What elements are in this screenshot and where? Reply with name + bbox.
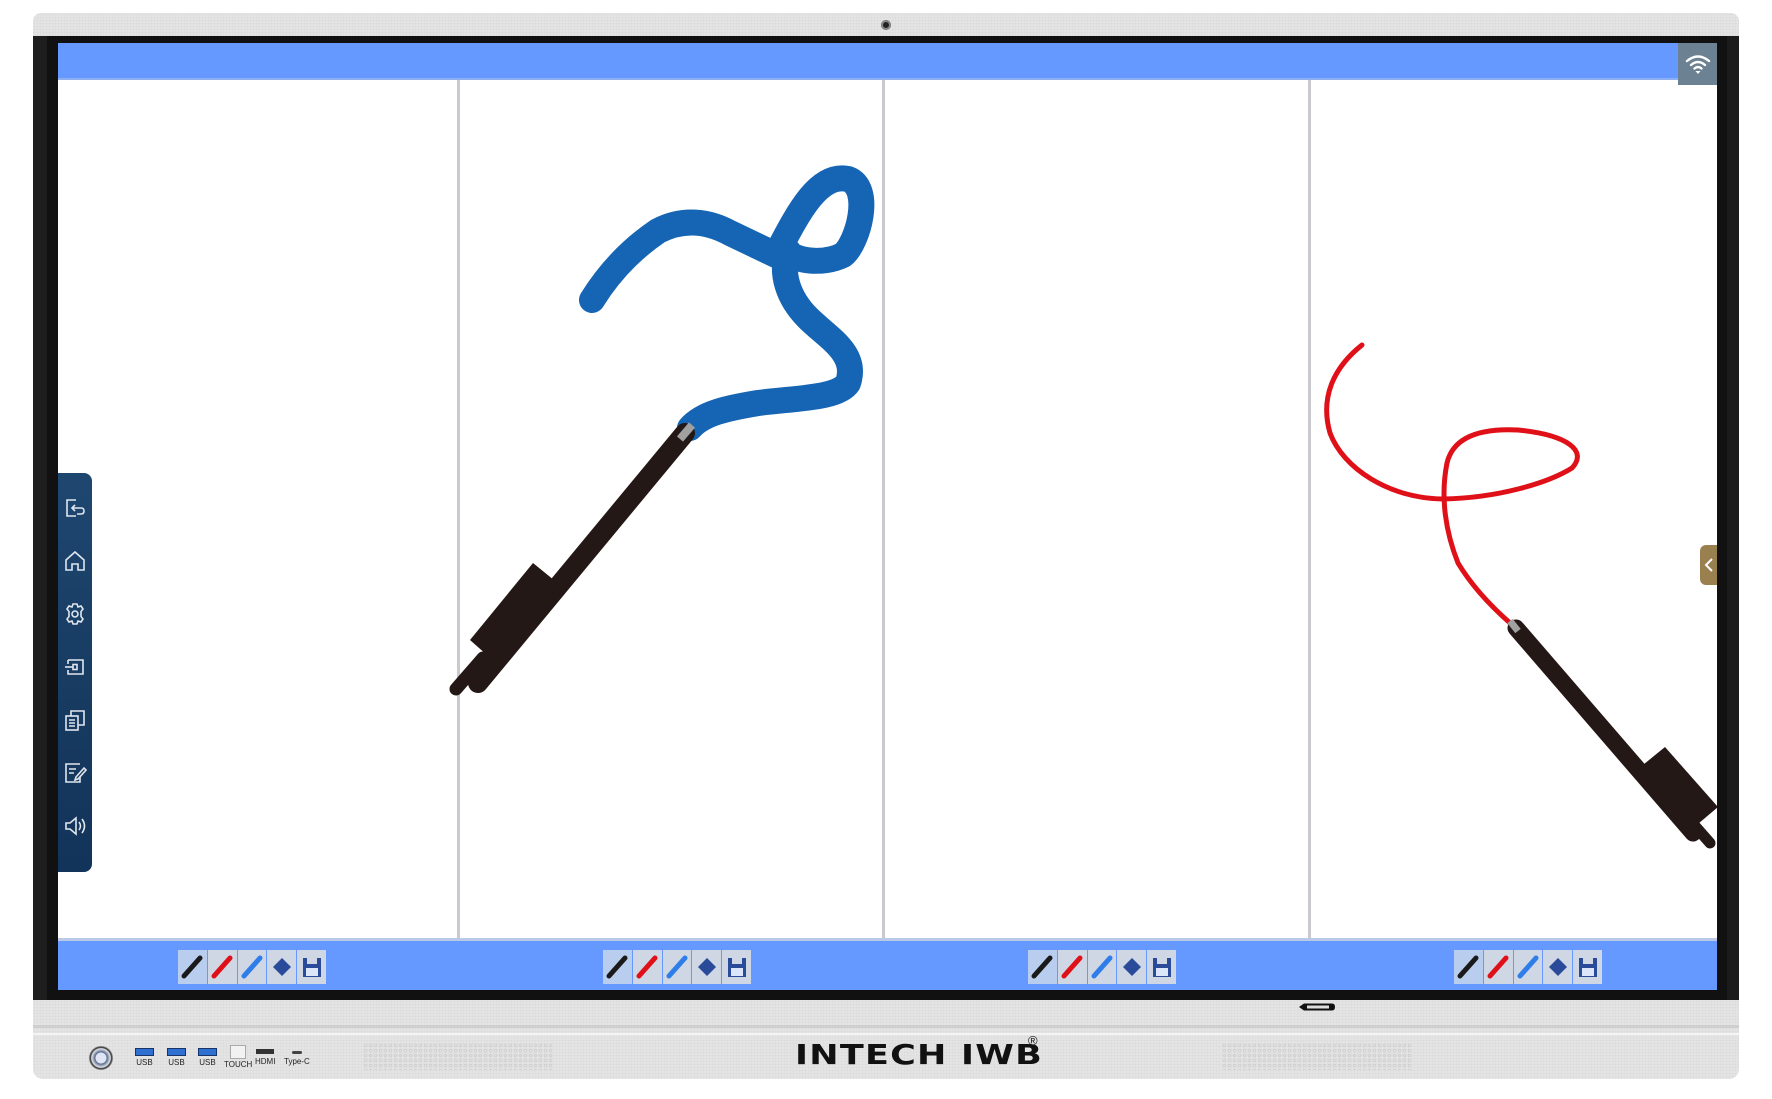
sidebar-item-input-source[interactable] [63, 655, 87, 679]
gear-icon [66, 603, 84, 625]
top-status-bar [58, 43, 1678, 80]
sidebar-item-volume[interactable] [63, 814, 87, 838]
blue-pen-icon [666, 955, 688, 979]
save-icon [1578, 958, 1597, 977]
red-pen-button[interactable] [1483, 950, 1513, 984]
whiteboard-panel-1[interactable] [58, 80, 457, 938]
wifi-icon [1685, 55, 1710, 74]
red-pen-icon [1487, 955, 1509, 979]
sidebar-item-back[interactable] [63, 496, 87, 520]
whiteboard-screen[interactable] [58, 43, 1717, 990]
screen-frame-right [1727, 36, 1739, 1000]
eraser-icon [272, 958, 291, 976]
pen-toolbar-panel-3 [1028, 950, 1176, 984]
port-label: USB [199, 1058, 216, 1067]
blue-pen-button[interactable] [662, 950, 692, 984]
port-label: HDMI [255, 1057, 276, 1066]
speaker-grille-left [363, 1043, 553, 1070]
side-panel-handle[interactable] [1700, 545, 1717, 585]
pen-tray-icon [1299, 1003, 1335, 1011]
pen-toolbar-panel-4 [1454, 950, 1602, 984]
sidebar-item-home[interactable] [63, 549, 87, 573]
eraser-icon [1548, 958, 1567, 976]
save-icon [1152, 958, 1171, 977]
port-label: USB [168, 1058, 185, 1067]
save-button[interactable] [297, 950, 326, 984]
volume-icon [65, 816, 86, 836]
port-touch: TOUCH [224, 1045, 252, 1069]
blue-pen-button[interactable] [1513, 950, 1543, 984]
black-pen-button[interactable] [1454, 950, 1483, 984]
registered-mark: ® [1028, 1033, 1038, 1048]
eraser-button[interactable] [1117, 950, 1147, 984]
sidebar [58, 473, 92, 872]
eraser-button[interactable] [1543, 950, 1573, 984]
blue-pen-icon [241, 955, 263, 979]
windows-icon [65, 710, 85, 731]
black-pen-icon [1457, 955, 1479, 979]
save-button[interactable] [722, 950, 751, 984]
back-icon [66, 499, 85, 517]
port-usb-3: USB [198, 1048, 217, 1067]
eraser-icon [697, 958, 716, 976]
input-source-icon [65, 659, 84, 675]
wifi-button[interactable] [1678, 43, 1717, 85]
port-label: Type-C [284, 1057, 310, 1066]
pen-toolbar-panel-2 [603, 950, 751, 984]
save-button[interactable] [1147, 950, 1176, 984]
black-pen-button[interactable] [178, 950, 207, 984]
chevron-left-icon [1704, 558, 1713, 572]
eraser-button[interactable] [692, 950, 722, 984]
annotate-icon [65, 763, 88, 783]
red-pen-icon [1061, 955, 1083, 979]
sidebar-item-settings[interactable] [63, 602, 87, 626]
port-usb-1: USB [135, 1048, 154, 1067]
brand-logo: INTECH IWB [795, 1038, 1044, 1071]
blue-pen-button[interactable] [1087, 950, 1117, 984]
home-icon [65, 550, 85, 571]
eraser-button[interactable] [267, 950, 297, 984]
red-pen-button[interactable] [207, 950, 237, 984]
black-pen-icon [606, 955, 628, 979]
speaker-grille-right [1222, 1043, 1412, 1070]
bezel-ridge [33, 1025, 1739, 1028]
blue-pen-icon [1517, 955, 1539, 979]
red-pen-icon [211, 955, 233, 979]
save-icon [727, 958, 746, 977]
whiteboard-panel-4[interactable] [1311, 80, 1717, 938]
bezel-ridge [33, 1033, 1739, 1035]
save-icon [302, 958, 321, 977]
sidebar-item-multitask[interactable] [63, 708, 87, 732]
screen-frame-left [33, 36, 47, 1000]
black-pen-button[interactable] [603, 950, 632, 984]
save-button[interactable] [1573, 950, 1602, 984]
port-label: TOUCH [224, 1060, 253, 1069]
black-pen-icon [1031, 955, 1053, 979]
port-label: USB [136, 1058, 153, 1067]
black-pen-icon [181, 955, 203, 979]
pen-toolbar-panel-1 [178, 950, 326, 984]
red-pen-button[interactable] [1057, 950, 1087, 984]
port-typec: Type-C [284, 1045, 310, 1066]
red-pen-button[interactable] [632, 950, 662, 984]
power-button[interactable] [89, 1046, 113, 1070]
port-hdmi: HDMI [255, 1045, 275, 1066]
red-pen-icon [636, 955, 658, 979]
eraser-icon [1122, 958, 1141, 976]
black-pen-button[interactable] [1028, 950, 1057, 984]
sidebar-item-annotate[interactable] [63, 761, 88, 785]
whiteboard-panel-3[interactable] [885, 80, 1308, 938]
whiteboard-panel-2[interactable] [460, 80, 882, 938]
camera-icon [881, 20, 891, 30]
port-usb-2: USB [167, 1048, 186, 1067]
blue-pen-icon [1091, 955, 1113, 979]
blue-pen-button[interactable] [237, 950, 267, 984]
